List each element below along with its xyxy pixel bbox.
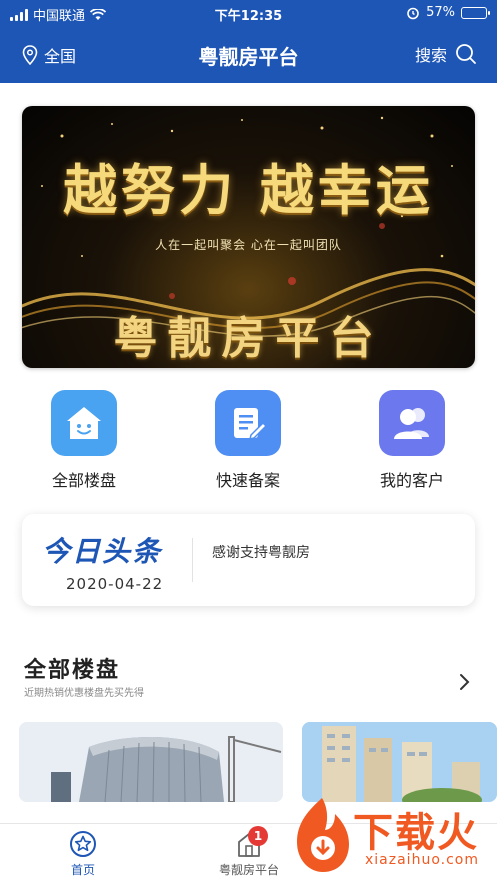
edit-document-icon [215,390,281,456]
users-icon [379,390,445,456]
news-divider [192,538,193,582]
news-heading: 今日头条 [42,535,163,568]
search-icon [456,44,476,64]
banner-subtitle: 人在一起叫聚会 心在一起叫团队 [155,238,342,252]
search-label: 搜索 [414,46,447,65]
status-bar: 中国联通 下午12:35 57% [0,0,497,26]
flame-logo-icon [297,798,349,872]
notification-badge: 1 [248,826,268,846]
action-quick-filing[interactable]: 快速备案 [193,390,303,491]
chevron-right-icon [460,674,470,690]
action-label: 快速备案 [215,471,280,490]
action-label: 全部楼盘 [51,471,116,490]
tab-platform[interactable]: 1 粤靓房平台 [214,826,284,878]
section-title: 全部楼盘 [24,658,121,683]
battery-icon [461,6,490,19]
battery-percent: 57% [426,5,455,20]
news-text: 感谢支持粤靓房 [212,545,310,561]
headline-news-card[interactable]: 今日头条 2020-04-22 感谢支持粤靓房 [22,514,475,606]
nav-bar: 全国 粤靓房平台 搜索 [0,26,497,83]
section-more-button[interactable] [459,672,471,696]
house-smile-icon [51,390,117,456]
tab-label: 粤靓房平台 [218,863,279,877]
promo-banner[interactable]: 越努力 越幸运 人在一起叫聚会 心在一起叫团队 粤靓房平台 [22,106,475,368]
section-subtitle: 近期热销优惠楼盘先买先得 [24,688,144,699]
search-button[interactable]: 搜索 [415,42,477,66]
star-circle-icon [70,831,96,857]
alarm-icon [407,7,419,19]
quick-actions: 全部楼盘 快速备案 我的客户 [0,390,497,490]
banner-slogan: 越努力 越幸运 [63,158,434,222]
status-right: 57% [406,5,490,20]
news-date: 2020-04-22 [66,575,164,593]
tab-label: 首页 [70,863,95,877]
building-photo [19,722,283,802]
action-my-clients[interactable]: 我的客户 [357,390,467,491]
watermark-url: xiazaihuo.com [365,852,479,868]
watermark-text: 下载火 [353,810,479,856]
tab-home[interactable]: 首页 [58,830,108,878]
app-header: 中国联通 下午12:35 57% 全国 粤靓房平台 搜索 [0,0,497,83]
watermark: 下载火 xiazaihuo.com [287,786,497,883]
property-card[interactable] [19,722,283,802]
action-all-properties[interactable]: 全部楼盘 [29,390,139,491]
action-label: 我的客户 [379,471,444,490]
banner-brand: 粤靓房平台 [113,313,384,364]
